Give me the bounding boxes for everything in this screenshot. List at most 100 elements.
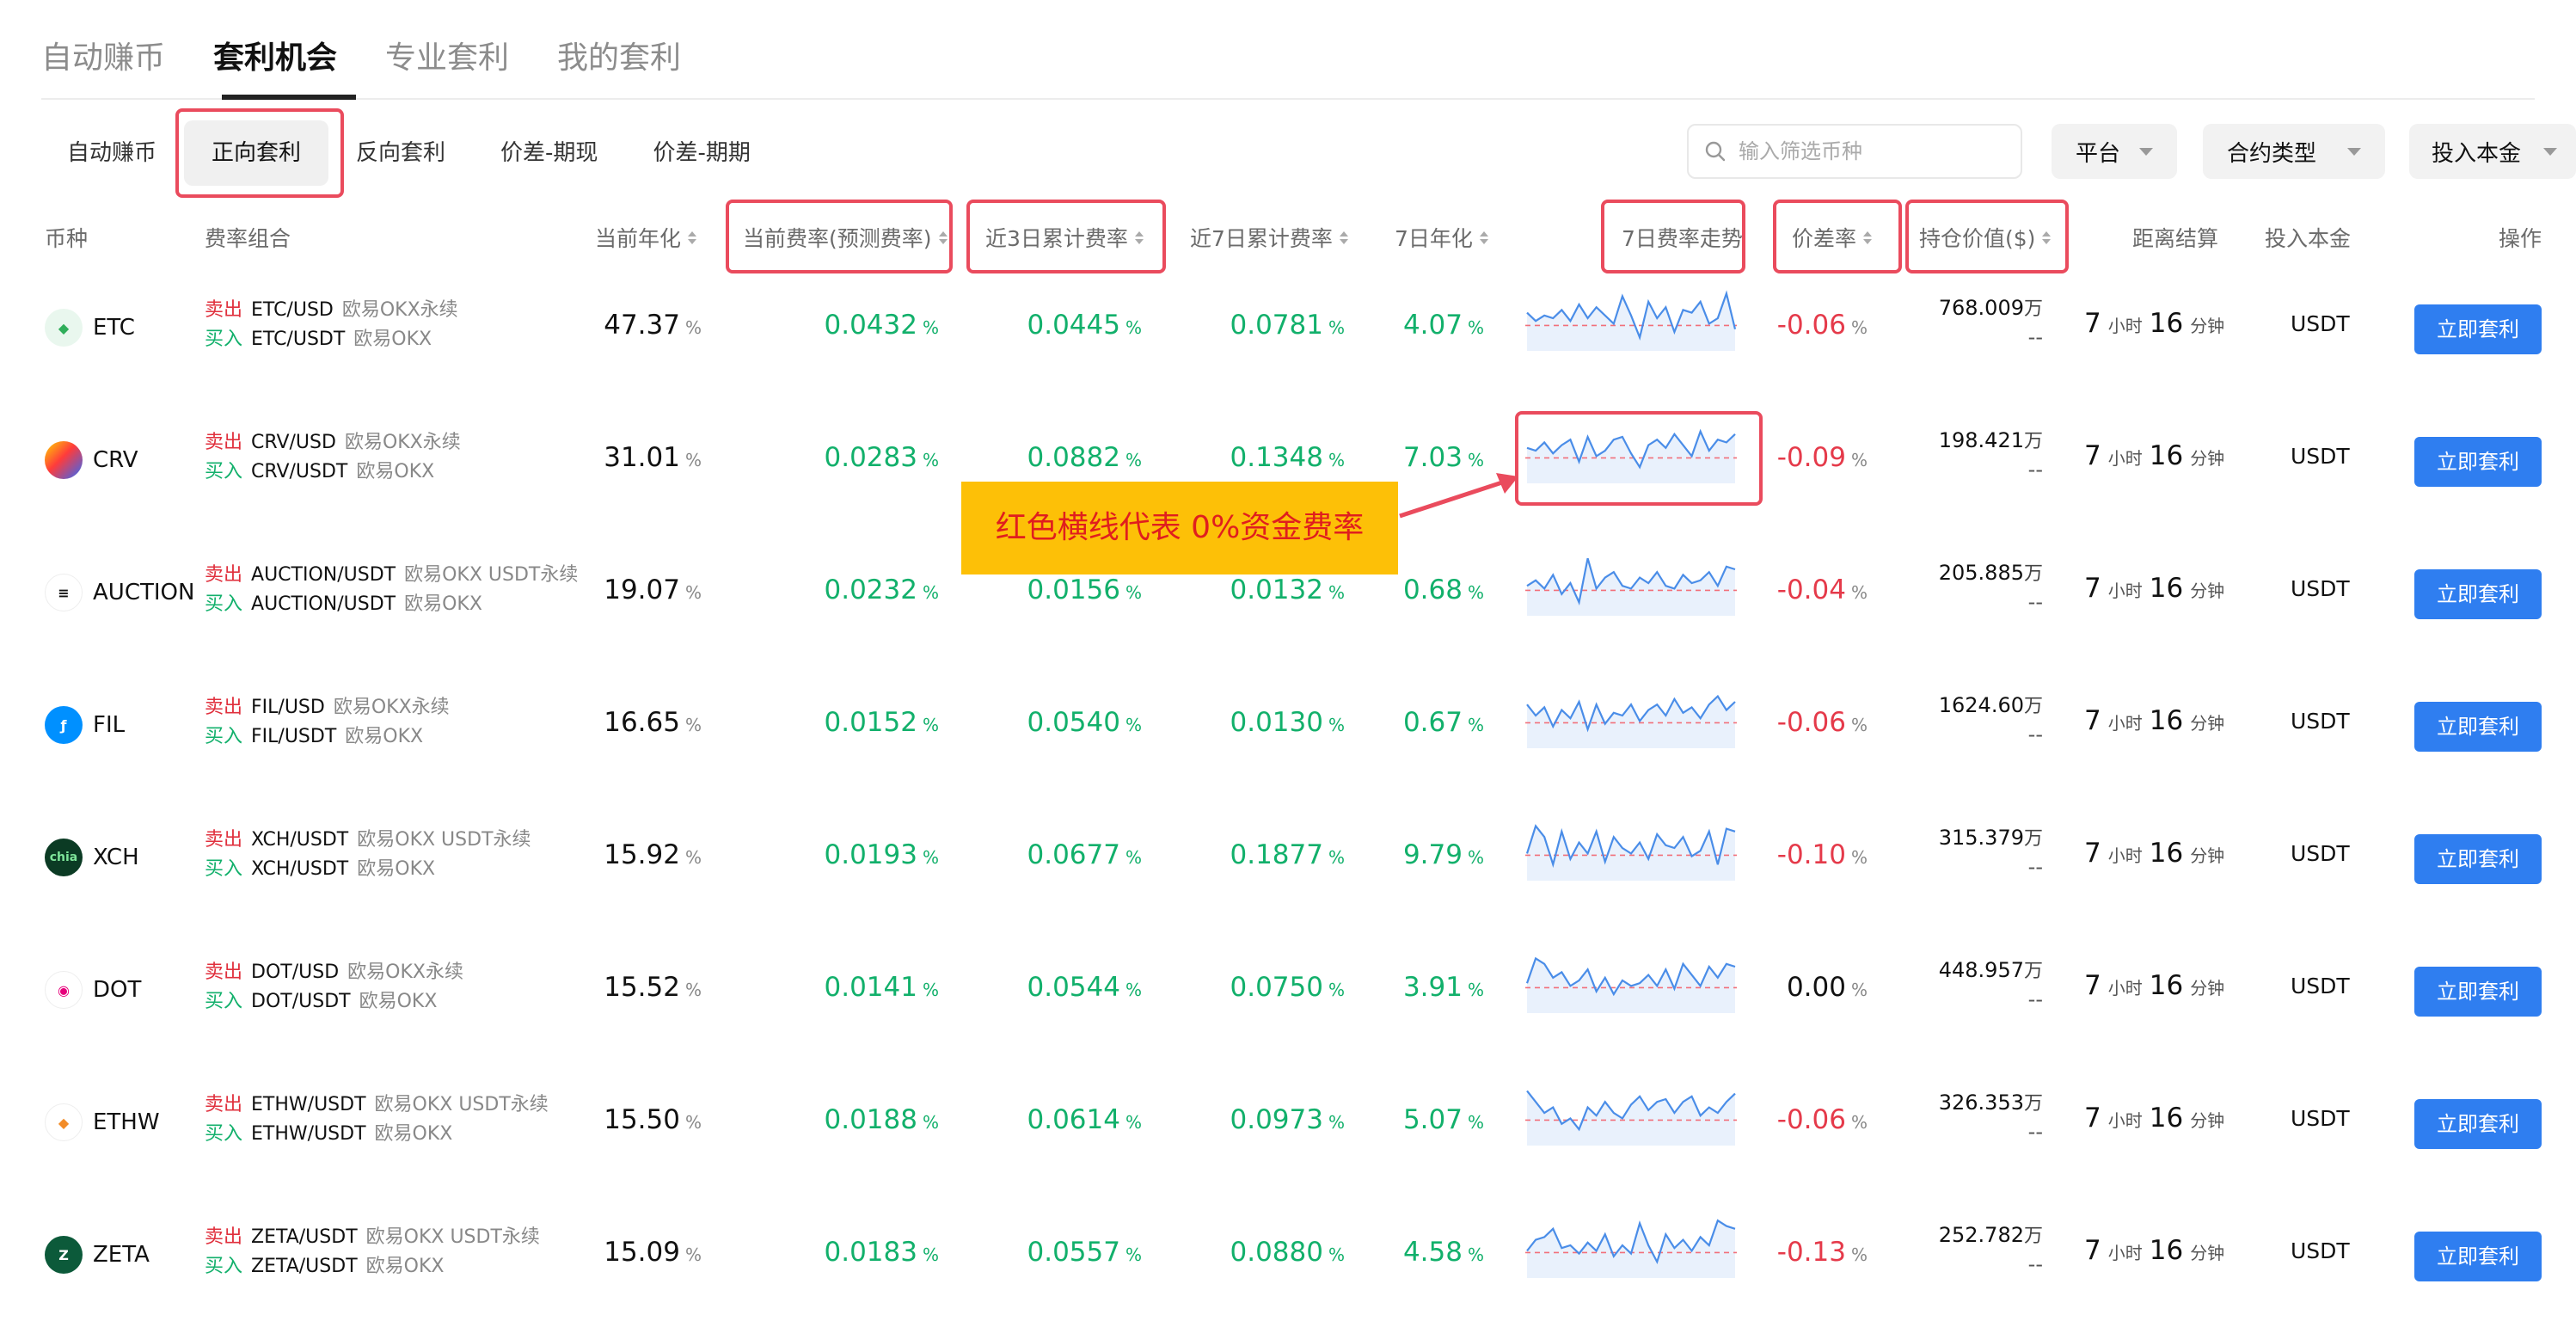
buy-exchange: 欧易OKX: [404, 593, 482, 615]
rate-7d: 0.0132%: [1230, 574, 1346, 605]
rate-3d-value: 0.0445: [1027, 310, 1120, 341]
minutes-unit: 分钟: [2190, 448, 2225, 469]
percent-unit: %: [1328, 1244, 1345, 1265]
arbitrage-now-button[interactable]: 立即套利: [2414, 1232, 2542, 1281]
percent-unit: %: [1850, 317, 1868, 338]
coin-cell: ◆ ETHW: [45, 1103, 160, 1141]
subtab-spread-spot-futures[interactable]: 价差-期现: [473, 120, 625, 186]
coin-name: AUCTION: [93, 580, 195, 605]
col-hold-value[interactable]: 持仓价值($): [1919, 222, 2052, 253]
dot-icon: ◉: [45, 971, 83, 1009]
buy-exchange: 欧易OKX: [357, 858, 436, 880]
current-rate-value: 0.0193: [824, 839, 917, 870]
principal-currency: USDT: [2291, 576, 2350, 601]
principal-currency: USDT: [2291, 1238, 2350, 1263]
spread-rate: 0.00%: [1787, 972, 1868, 1003]
current-rate: 0.0141%: [825, 972, 940, 1003]
arbitrage-now-button[interactable]: 立即套利: [2414, 437, 2542, 487]
rate-combo: 卖出 ETHW/USDT 欧易OKX USDT永续 买入 ETHW/USDT 欧易OKX: [205, 1091, 549, 1149]
principal-currency: USDT: [2291, 311, 2350, 336]
sell-pair: ZETA/USDT: [251, 1226, 358, 1248]
hold-value-main: 1624.60万: [1914, 691, 2043, 721]
current-rate-value: 0.0232: [824, 574, 917, 605]
spread-rate-value: -0.06: [1776, 310, 1846, 341]
buy-leg: 买入 ETC/USDT 欧易OKX: [205, 325, 458, 354]
coin-name: DOT: [93, 977, 142, 1003]
buy-exchange: 欧易OKX: [356, 461, 435, 482]
principal-select[interactable]: 投入本金: [2409, 124, 2576, 179]
percent-unit: %: [1850, 1244, 1868, 1265]
tab-pro-arbitrage[interactable]: 专业套利: [385, 34, 509, 83]
col-current-rate-label: 当前费率(预测费率): [743, 226, 932, 251]
col-current-rate[interactable]: 当前费率(预测费率): [743, 222, 948, 253]
buy-tag: 买入: [205, 461, 243, 482]
percent-unit: %: [1125, 980, 1142, 1000]
hours-value: 7: [2084, 1103, 2101, 1134]
wan-unit: 万: [2023, 696, 2043, 717]
hold-value-main: 448.957万: [1914, 956, 2043, 986]
subtab-forward-arbitrage[interactable]: 正向套利: [184, 120, 329, 186]
arbitrage-now-button[interactable]: 立即套利: [2414, 967, 2542, 1017]
coin-search[interactable]: [1687, 124, 2022, 179]
hours-value: 7: [2084, 1235, 2101, 1266]
rate-7d-value: 0.1348: [1230, 442, 1323, 473]
percent-unit: %: [1850, 450, 1868, 470]
arbitrage-now-button[interactable]: 立即套利: [2414, 834, 2542, 884]
buy-leg: 买入 FIL/USDT 欧易OKX: [205, 722, 450, 752]
wan-unit: 万: [2023, 961, 2043, 982]
sell-leg: 卖出 ZETA/USDT 欧易OKX USDT永续: [205, 1223, 540, 1252]
wan-unit: 万: [2023, 1226, 2043, 1247]
col-spread[interactable]: 价差率: [1792, 222, 1873, 253]
subtab-reverse-arbitrage[interactable]: 反向套利: [328, 120, 473, 186]
percent-unit: %: [1125, 582, 1142, 603]
spread-rate: -0.13%: [1777, 1237, 1868, 1268]
current-annual-value: 19.07: [604, 574, 680, 605]
subtab-auto-earn[interactable]: 自动赚币: [40, 120, 184, 186]
rate-7d: 0.0781%: [1230, 310, 1346, 341]
platform-select[interactable]: 平台: [2052, 124, 2177, 179]
spread-rate-value: -0.10: [1776, 839, 1846, 870]
trend-sparkline: [1525, 557, 1737, 616]
search-input[interactable]: [1739, 139, 2014, 163]
arbitrage-now-button[interactable]: 立即套利: [2414, 304, 2542, 354]
col-rate-7d[interactable]: 近7日累计费率: [1190, 222, 1348, 253]
trend-sparkline: [1525, 1090, 1737, 1146]
col-annual[interactable]: 当前年化: [595, 222, 697, 253]
sell-exchange: 欧易OKX永续: [347, 962, 463, 983]
contract-type-select[interactable]: 合约类型: [2203, 124, 2385, 179]
rate-combo: 卖出 AUCTION/USDT 欧易OKX USDT永续 买入 AUCTION/USD…: [205, 561, 578, 619]
percent-unit: %: [1328, 317, 1345, 338]
rate-3d: 0.0445%: [1027, 310, 1143, 341]
minutes-unit: 分钟: [2190, 1110, 2225, 1131]
hold-value-sub: --: [2027, 855, 2043, 879]
spread-rate-value: -0.13: [1776, 1237, 1846, 1268]
tab-arbitrage-opportunities[interactable]: 套利机会: [213, 34, 337, 83]
subtab-spread-futures-futures[interactable]: 价差-期期: [625, 120, 777, 186]
settle-countdown: 7 小时 16 分钟: [2084, 970, 2231, 1001]
buy-pair: DOT/USDT: [251, 991, 351, 1012]
buy-pair: ETHW/USDT: [251, 1123, 366, 1145]
col-annual-7d[interactable]: 7日年化: [1395, 222, 1488, 253]
arbitrage-now-button[interactable]: 立即套利: [2414, 1099, 2542, 1149]
arbitrage-now-button[interactable]: 立即套利: [2414, 702, 2542, 752]
tab-my-arbitrage[interactable]: 我的套利: [557, 34, 681, 83]
chia-icon: chia: [45, 839, 83, 876]
sort-icon: [1863, 230, 1873, 244]
table-row: ◉ DOT 卖出 DOT/USD 欧易OKX永续 买入 DOT/USDT 欧易OKX 1…: [0, 924, 2576, 1056]
col-rate-3d[interactable]: 近3日累计费率: [985, 222, 1144, 253]
contract-type-select-label: 合约类型: [2227, 140, 2317, 167]
percent-unit: %: [922, 450, 939, 470]
tab-auto-earn[interactable]: 自动赚币: [41, 34, 165, 83]
buy-tag: 买入: [205, 329, 243, 350]
percent-unit: %: [1850, 1112, 1868, 1133]
minutes-value: 16: [2149, 1103, 2184, 1134]
arbitrage-now-button[interactable]: 立即套利: [2414, 569, 2542, 619]
hold-value-main: 326.353万: [1914, 1089, 2043, 1118]
current-annual: 15.92%: [604, 839, 702, 870]
sell-leg: 卖出 FIL/USD 欧易OKX永续: [205, 693, 450, 722]
trend-sparkline: [1525, 824, 1737, 881]
current-annual-value: 31.01: [604, 442, 680, 473]
minutes-value: 16: [2149, 308, 2184, 339]
hours-value: 7: [2084, 573, 2101, 604]
buy-pair: FIL/USDT: [251, 726, 337, 747]
